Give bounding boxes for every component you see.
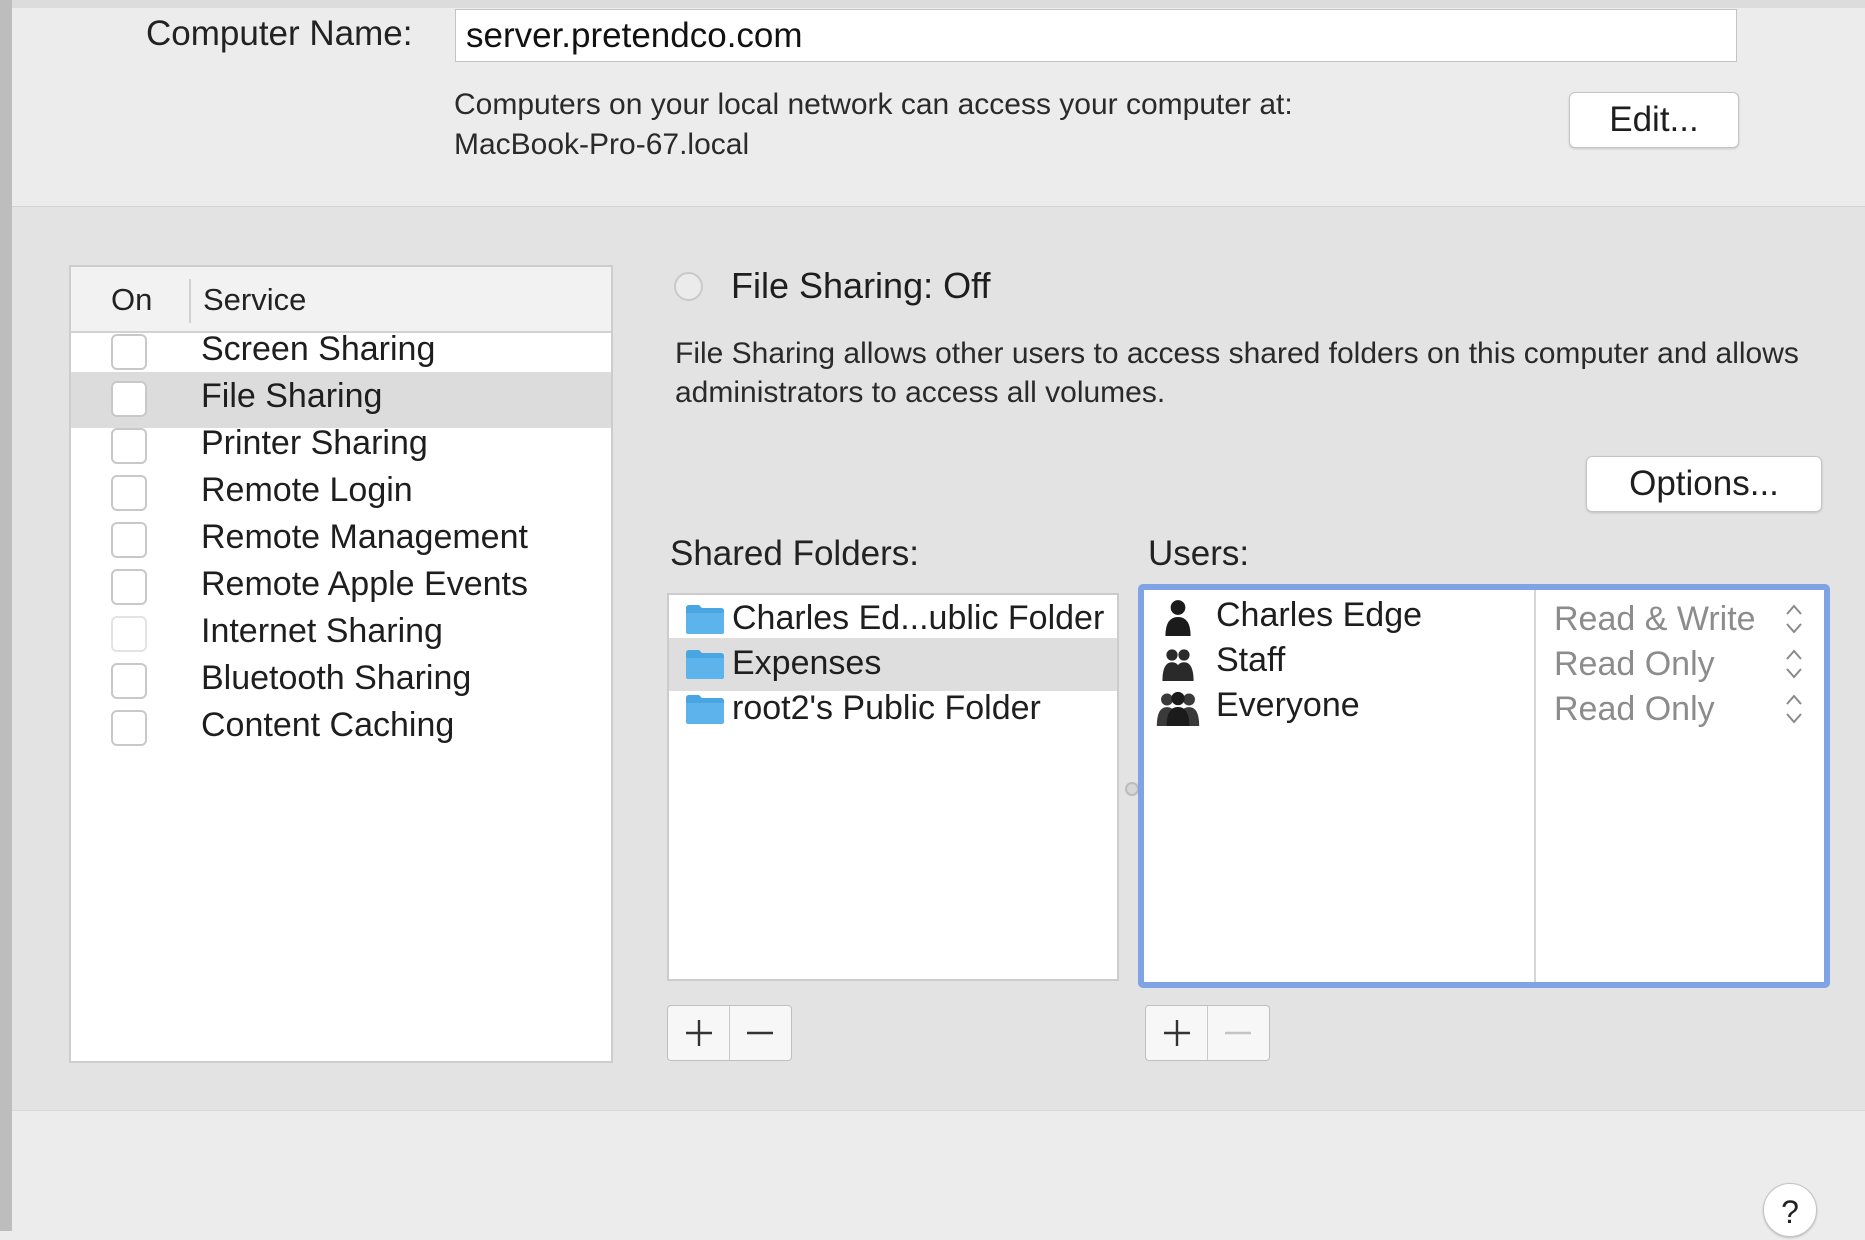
user-name: Everyone: [1216, 686, 1360, 724]
local-network-info: Computers on your local network can acce…: [454, 85, 1293, 165]
options-button[interactable]: Options...: [1586, 456, 1822, 512]
folder-icon: [686, 605, 724, 634]
split-view-handle[interactable]: [1125, 782, 1139, 796]
service-label: Screen Sharing: [201, 330, 436, 368]
service-checkbox[interactable]: [111, 428, 147, 464]
plus-icon: [1163, 1020, 1190, 1046]
shared-folder-row[interactable]: root2's Public Folder: [669, 683, 1117, 736]
permission-popup[interactable]: Read Only: [1554, 645, 1715, 684]
group-icon: [1162, 649, 1194, 681]
user-name: Staff: [1216, 641, 1286, 679]
computer-name-field[interactable]: server.pretendco.com: [455, 9, 1737, 62]
window-top-edge: [12, 0, 1865, 8]
service-label: Printer Sharing: [201, 424, 428, 462]
column-header-service[interactable]: Service: [203, 282, 306, 318]
service-checkbox[interactable]: [111, 381, 147, 417]
window-footer: [12, 1111, 1865, 1231]
computer-name-value: server.pretendco.com: [466, 16, 803, 55]
column-header-on[interactable]: On: [111, 282, 152, 318]
service-label: Content Caching: [201, 706, 455, 744]
remove-shared-folder-button[interactable]: [729, 1006, 790, 1060]
shared-folders-list: Charles Ed...ublic Folder Expenses root2's…: [667, 593, 1119, 981]
service-list-header: On Service: [71, 267, 611, 333]
service-checkbox[interactable]: [111, 569, 147, 605]
users-add-remove: [1145, 1005, 1270, 1061]
computer-name-label: Computer Name:: [146, 14, 413, 53]
user-row[interactable]: Everyone Read Only: [1144, 680, 1824, 733]
service-checkbox[interactable]: [111, 663, 147, 699]
users-list: Charles Edge Read & Write Staff Read Only Ev…: [1138, 584, 1830, 988]
shared-folders-label: Shared Folders:: [670, 534, 920, 573]
up-down-chevron-icon: [1786, 649, 1802, 679]
shared-folder-name: root2's Public Folder: [732, 689, 1041, 727]
help-button[interactable]: ?: [1763, 1183, 1817, 1237]
permission-popup[interactable]: Read Only: [1554, 690, 1715, 729]
column-divider: [189, 279, 191, 323]
plus-icon: [685, 1020, 712, 1046]
single-user-icon: [1165, 600, 1191, 636]
file-sharing-description: File Sharing allows other users to acces…: [675, 337, 1799, 409]
user-name: Charles Edge: [1216, 596, 1423, 634]
service-label: Bluetooth Sharing: [201, 659, 472, 697]
service-checkbox[interactable]: [111, 710, 147, 746]
service-checkbox[interactable]: [111, 616, 147, 652]
remove-user-button[interactable]: [1207, 1006, 1268, 1060]
up-down-chevron-icon: [1786, 694, 1802, 724]
service-label: Internet Sharing: [201, 612, 443, 650]
permission-popup[interactable]: Read & Write: [1554, 600, 1756, 639]
shared-folder-name: Expenses: [732, 644, 882, 682]
up-down-chevron-icon: [1786, 604, 1802, 634]
service-row[interactable]: Content Caching: [71, 701, 611, 757]
users-label: Users:: [1148, 534, 1250, 573]
service-checkbox[interactable]: [111, 522, 147, 558]
shared-folders-add-remove: [667, 1005, 792, 1061]
file-sharing-status-indicator: [674, 272, 703, 301]
local-hostname: MacBook-Pro-67.local: [454, 128, 750, 161]
service-label: File Sharing: [201, 377, 383, 415]
local-network-info-line1: Computers on your local network can acce…: [454, 88, 1293, 121]
service-label: Remote Management: [201, 518, 528, 556]
add-shared-folder-button[interactable]: [668, 1006, 729, 1060]
everyone-icon: [1156, 691, 1200, 726]
edit-button[interactable]: Edit...: [1569, 92, 1739, 148]
service-list: On Service Screen Sharing File Sharing Pri…: [69, 265, 613, 1063]
file-sharing-status: File Sharing: Off: [731, 265, 991, 306]
folder-icon: [686, 650, 724, 679]
minus-icon: [747, 1031, 773, 1035]
shared-folder-name: Charles Ed...ublic Folder: [732, 599, 1105, 637]
folder-icon: [686, 695, 724, 724]
window-left-edge: [0, 0, 12, 1231]
service-label: Remote Login: [201, 471, 413, 509]
minus-icon: [1225, 1031, 1251, 1035]
service-checkbox[interactable]: [111, 475, 147, 511]
service-checkbox[interactable]: [111, 334, 147, 370]
service-label: Remote Apple Events: [201, 565, 528, 603]
add-user-button[interactable]: [1146, 1006, 1207, 1060]
